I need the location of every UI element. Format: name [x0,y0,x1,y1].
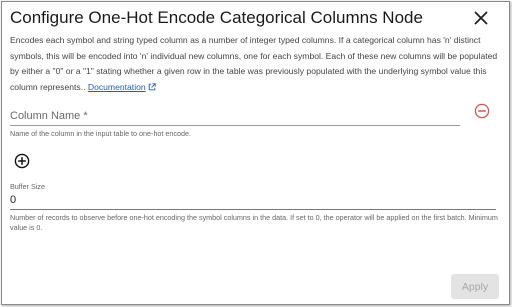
buffer-size-helper: Number of records to observe before one-… [10,213,498,232]
add-circle-icon [14,153,30,169]
configure-node-dialog: Configure One-Hot Encode Categorical Col… [1,1,510,305]
node-description: Encodes each symbol and string typed col… [10,33,506,95]
remove-column-button[interactable] [474,103,490,119]
documentation-link[interactable]: Documentation [88,82,156,92]
buffer-size-label: Buffer Size [10,182,46,191]
documentation-link-label: Documentation [87,81,146,92]
close-icon [474,11,488,25]
buffer-size-input[interactable] [10,191,496,210]
description-text: Encodes each symbol and string typed col… [10,35,498,92]
add-column-button[interactable] [14,153,30,169]
external-link-icon [148,83,156,91]
column-name-helper: Name of the column in the input table to… [10,129,192,138]
remove-circle-icon [474,103,490,119]
dialog-title: Configure One-Hot Encode Categorical Col… [10,8,423,27]
column-name-input[interactable] [10,103,460,126]
close-button[interactable] [472,9,490,27]
apply-button[interactable]: Apply [451,274,499,299]
